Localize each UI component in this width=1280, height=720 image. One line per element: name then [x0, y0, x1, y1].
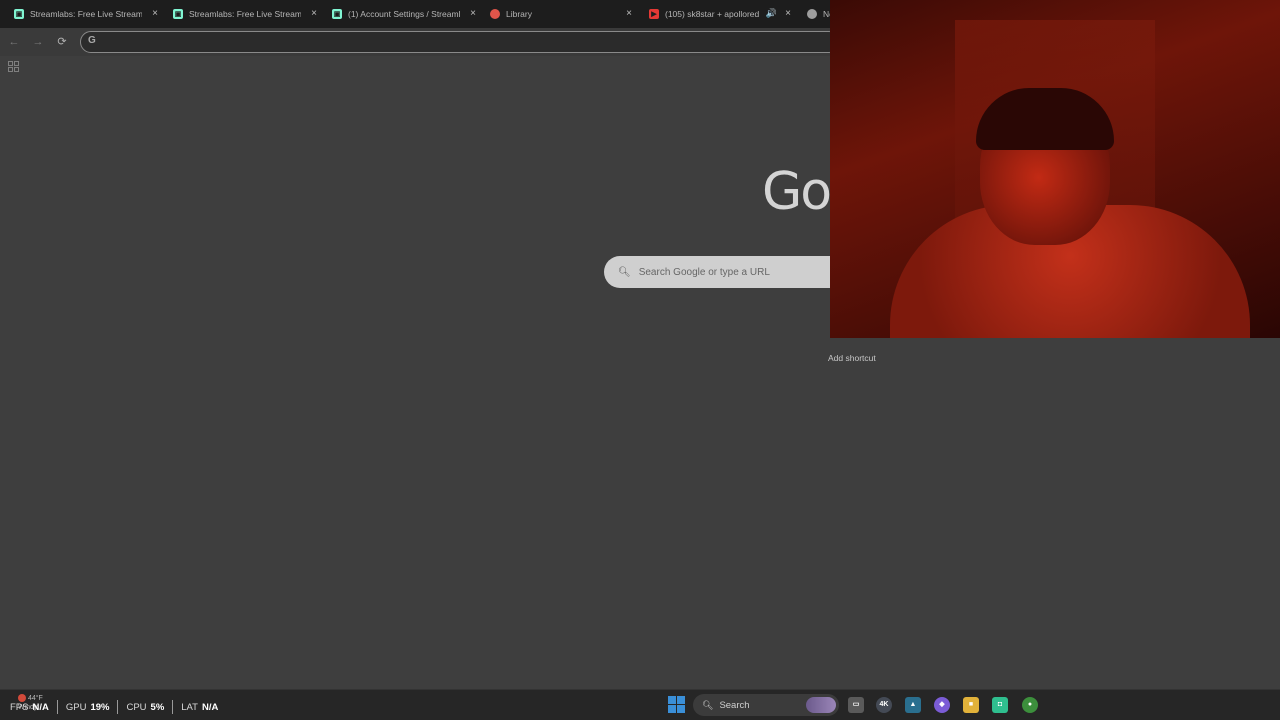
apps-icon[interactable] — [8, 61, 19, 72]
tab-new-tab[interactable]: Ne — [807, 4, 830, 24]
lat-stat: LAT N/A — [181, 702, 218, 713]
cpu-label: CPU — [126, 701, 147, 713]
chrome-taskbar-icon[interactable]: ● — [1022, 697, 1038, 713]
tab-library[interactable]: Library × — [490, 4, 632, 24]
tab-title: Library — [506, 9, 532, 19]
search-icon: 🔍︎ — [702, 699, 714, 710]
tab-streamlabs-1[interactable]: ▣ Streamlabs: Free Live Streaming × — [14, 4, 158, 24]
address-bar[interactable]: G — [80, 31, 840, 53]
taskbar-search[interactable]: 🔍︎ Search — [693, 694, 839, 716]
performance-overlay: FPS N/A GPU 19% CPU 5% LAT N/A — [10, 700, 226, 714]
fps-label: FPS — [10, 701, 29, 713]
cpu-stat: CPU 5% — [126, 702, 164, 713]
add-shortcut-button[interactable]: Add shortcut — [828, 353, 876, 363]
tab-streamlabs-2[interactable]: ▣ Streamlabs: Free Live Streaming × — [173, 4, 317, 24]
close-icon[interactable]: × — [470, 8, 476, 19]
task-view-icon[interactable]: ▭ — [848, 697, 864, 713]
reload-button[interactable]: ⟳ — [54, 34, 70, 50]
chrome-icon — [807, 9, 817, 19]
tab-title: Ne — [823, 9, 830, 19]
close-icon[interactable]: × — [152, 8, 158, 19]
windows-start-icon[interactable] — [668, 696, 685, 713]
streamlabs-icon: ▣ — [332, 9, 342, 19]
search-placeholder: Search Google or type a URL — [638, 266, 770, 278]
close-icon[interactable]: × — [785, 8, 791, 19]
tab-youtube[interactable]: ▶ (105) sk8star + apollored1 🔊 × — [649, 4, 791, 24]
stat-divider — [172, 700, 174, 714]
lat-label: LAT — [181, 701, 198, 713]
tab-title: Streamlabs: Free Live Streaming — [30, 9, 142, 19]
tab-title: Streamlabs: Free Live Streaming — [189, 9, 301, 19]
cpu-value: 5% — [150, 701, 165, 713]
search-icon: 🔍︎ — [618, 266, 631, 278]
streamlabs-icon: ▣ — [14, 9, 24, 19]
stat-divider — [56, 700, 58, 714]
webcam-overlay — [830, 0, 1280, 338]
google-logo-text: Go — [762, 162, 830, 222]
library-icon — [490, 9, 500, 19]
back-button[interactable]: ← — [6, 34, 22, 50]
tab-account-settings[interactable]: ▣ (1) Account Settings / Streamlabs × — [332, 4, 476, 24]
tab-title: (105) sk8star + apollored1 — [665, 9, 759, 19]
lat-value: N/A — [201, 701, 219, 713]
fps-value: N/A — [32, 701, 49, 713]
youtube-icon: ▶ — [649, 9, 659, 19]
speaker-icon[interactable]: 🔊 — [766, 8, 777, 19]
forward-button[interactable]: → — [30, 34, 46, 50]
fps-stat: FPS N/A — [10, 702, 49, 713]
streamlabs-taskbar-icon[interactable]: ◘ — [992, 697, 1008, 713]
search-highlight-image — [806, 697, 836, 713]
stat-divider — [117, 700, 119, 714]
streamlabs-icon: ▣ — [173, 9, 183, 19]
gpu-label: GPU — [65, 701, 87, 713]
ntp-search-box[interactable]: 🔍︎ Search Google or type a URL — [604, 256, 830, 288]
tab-title: (1) Account Settings / Streamlabs — [348, 9, 460, 19]
google-icon: G — [88, 35, 96, 46]
close-icon[interactable]: × — [626, 8, 632, 19]
taskbar-search-label: Search — [719, 699, 750, 711]
file-explorer-icon[interactable]: ■ — [963, 697, 979, 713]
4k-app-icon[interactable]: 4K — [876, 697, 892, 713]
close-icon[interactable]: × — [311, 8, 317, 19]
gpu-stat: GPU 19% — [66, 702, 110, 713]
copilot-icon[interactable]: ◆ — [934, 697, 950, 713]
photos-icon[interactable]: ▲ — [905, 697, 921, 713]
gpu-value: 19% — [90, 701, 110, 713]
taskbar: 44°F Windy FPS N/A GPU 19% CPU 5% LAT N/… — [0, 689, 1280, 720]
google-logo: Go — [762, 160, 830, 224]
